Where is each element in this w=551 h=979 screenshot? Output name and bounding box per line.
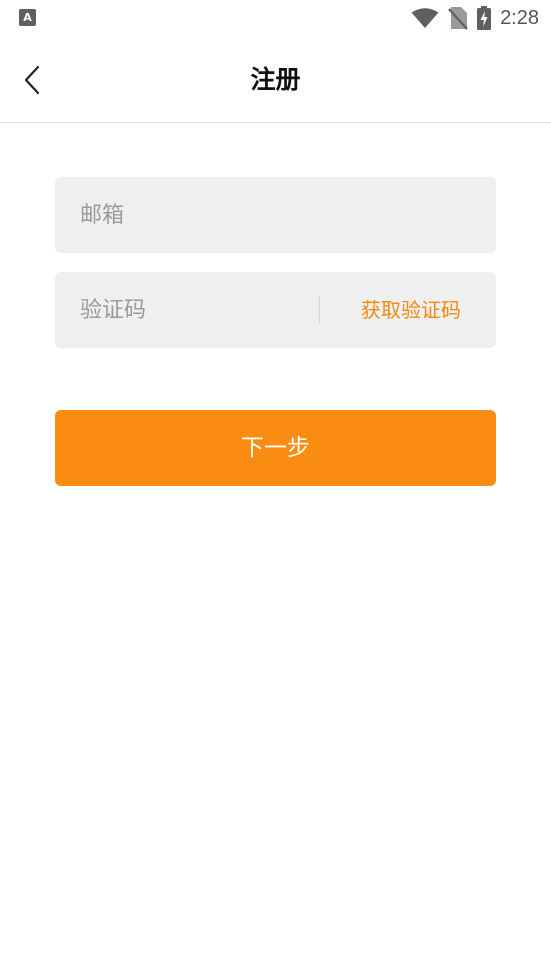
page-title: 注册: [250, 65, 301, 94]
status-bar: A 2:28: [0, 0, 551, 38]
next-button[interactable]: 下一步: [55, 410, 496, 486]
battery-charging-icon: [477, 6, 492, 30]
email-input[interactable]: [80, 177, 480, 253]
email-field[interactable]: [55, 177, 496, 253]
keyboard-a-icon: A: [19, 9, 36, 26]
wifi-icon: [411, 8, 439, 28]
verification-code-field[interactable]: 获取验证码: [55, 272, 496, 348]
field-divider: [319, 296, 320, 324]
status-time: 2:28: [500, 6, 539, 29]
get-code-button[interactable]: 获取验证码: [361, 272, 461, 348]
status-icons: 2:28: [411, 5, 539, 31]
verification-code-input[interactable]: [80, 272, 310, 348]
app-header: 注册: [0, 38, 551, 123]
no-sim-icon: [448, 7, 468, 30]
